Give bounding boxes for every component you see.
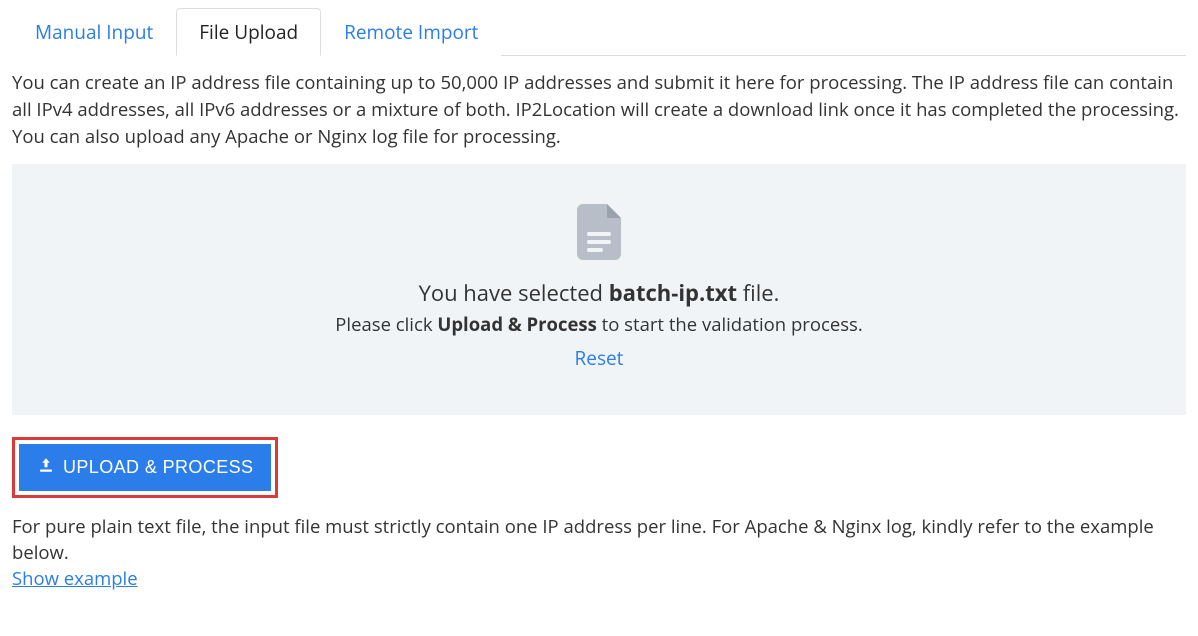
instruction-text: Please click Upload & Process to start t… [32,312,1166,337]
upload-icon [37,456,55,479]
file-icon [577,204,621,260]
show-example-link[interactable]: Show example [12,566,138,591]
reset-link[interactable]: Reset [575,345,624,371]
tab-manual-input[interactable]: Manual Input [12,8,176,56]
tab-file-upload[interactable]: File Upload [176,8,321,56]
upload-process-button[interactable]: UPLOAD & PROCESS [19,444,271,491]
tab-remote-import[interactable]: Remote Import [321,8,501,56]
action-row: UPLOAD & PROCESS [12,437,1186,498]
highlight-box: UPLOAD & PROCESS [12,437,278,498]
selected-file-text: You have selected batch-ip.txt file. [32,278,1166,308]
upload-button-label: UPLOAD & PROCESS [63,457,253,478]
format-note: For pure plain text file, the input file… [12,514,1186,566]
file-dropzone[interactable]: You have selected batch-ip.txt file. Ple… [12,164,1186,415]
tabs-bar: Manual Input File Upload Remote Import [12,8,1186,56]
intro-text: You can create an IP address file contai… [12,70,1186,150]
selected-file-name: batch-ip.txt [609,278,737,308]
